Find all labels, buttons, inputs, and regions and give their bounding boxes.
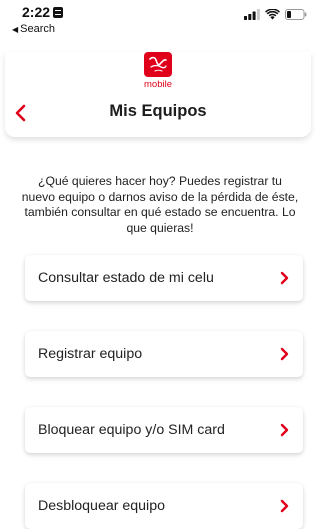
back-triangle-icon: ◀: [12, 24, 19, 34]
option-desbloquear-equipo[interactable]: Desbloquear equipo: [25, 483, 303, 529]
page-title: Mis Equipos: [109, 102, 207, 120]
chevron-right-icon: [280, 271, 289, 285]
chevron-right-icon: [280, 423, 289, 437]
page-header: mobile Mis Equipos: [5, 52, 311, 137]
virgin-mobile-logo: mobile: [143, 52, 173, 90]
status-indicators: [244, 9, 307, 20]
option-registrar-equipo[interactable]: Registrar equipo: [25, 331, 303, 377]
option-label: Bloquear equipo y/o SIM card: [38, 422, 225, 438]
option-consultar-estado[interactable]: Consultar estado de mi celu: [25, 255, 303, 301]
chevron-right-icon: [280, 347, 289, 361]
battery-icon: [285, 9, 307, 20]
intro-text: ¿Qué quieres hacer hoy? Puedes registrar…: [21, 174, 299, 235]
screen-record-icon: [53, 6, 64, 18]
chevron-right-icon: [280, 499, 289, 513]
status-bar: 2:22 ◀ Search: [0, 0, 311, 44]
back-to-search-label: Search: [20, 23, 56, 35]
option-bloquear-equipo[interactable]: Bloquear equipo y/o SIM card: [25, 407, 303, 453]
option-label: Consultar estado de mi celu: [38, 270, 214, 286]
option-label: Registrar equipo: [38, 346, 143, 362]
cellular-signal-icon: [244, 9, 260, 20]
status-time: 2:22: [22, 4, 64, 20]
clock-text: 2:22: [22, 4, 51, 20]
logo-subtext: mobile: [144, 79, 172, 90]
option-label: Desbloquear equipo: [38, 498, 165, 514]
wifi-icon: [265, 9, 280, 20]
back-to-search-link[interactable]: ◀ Search: [12, 23, 55, 35]
